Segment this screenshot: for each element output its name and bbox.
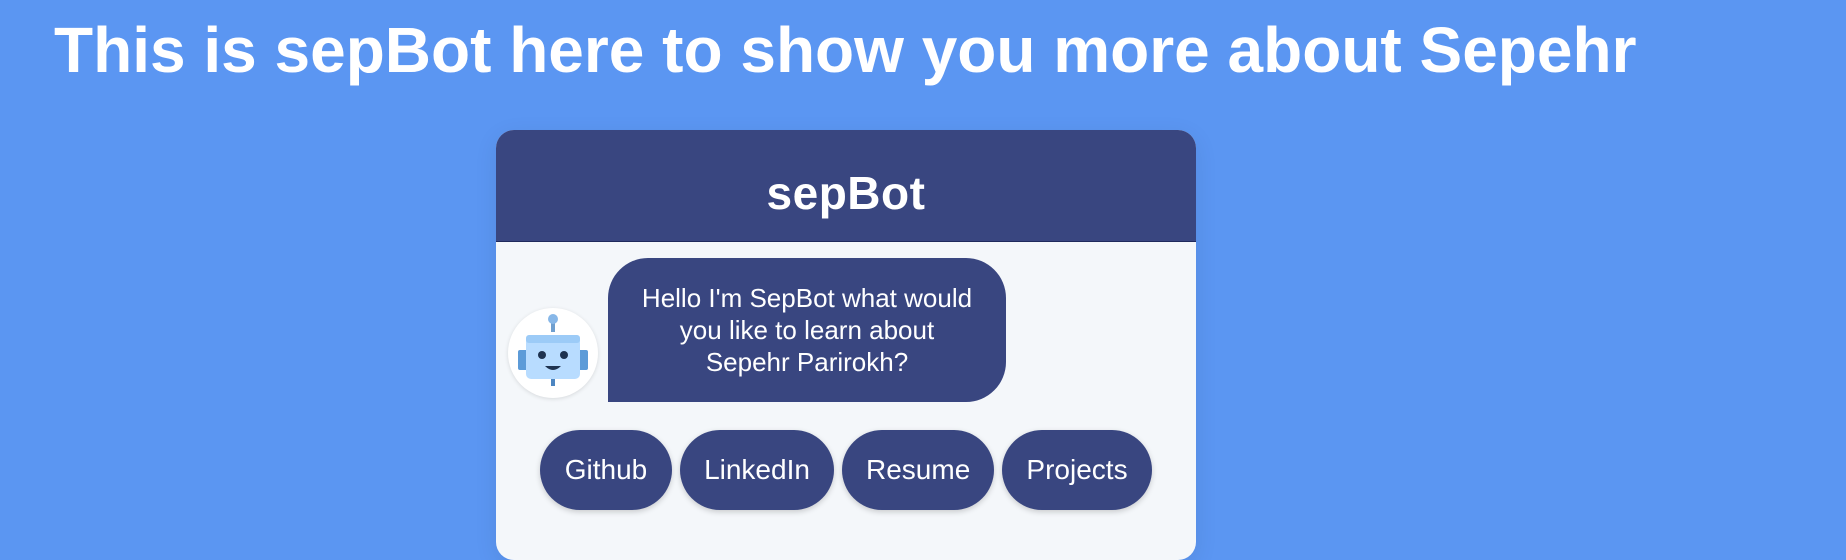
- page-heading: This is sepBot here to show you more abo…: [54, 14, 1637, 86]
- chatbot-header: sepBot: [496, 130, 1196, 242]
- projects-button[interactable]: Projects: [1002, 430, 1152, 510]
- linkedin-button[interactable]: LinkedIn: [680, 430, 834, 510]
- chatbot-widget: sepBot Hello I'm SepBot what would you l…: [496, 130, 1196, 560]
- bot-message-bubble: Hello I'm SepBot what would you like to …: [608, 258, 1006, 402]
- resume-button[interactable]: Resume: [842, 430, 994, 510]
- github-button[interactable]: Github: [540, 430, 672, 510]
- bot-avatar: [508, 308, 598, 398]
- quick-reply-options: Github LinkedIn Resume Projects: [540, 430, 1152, 510]
- chatbot-title: sepBot: [766, 166, 926, 219]
- robot-icon: [518, 314, 588, 386]
